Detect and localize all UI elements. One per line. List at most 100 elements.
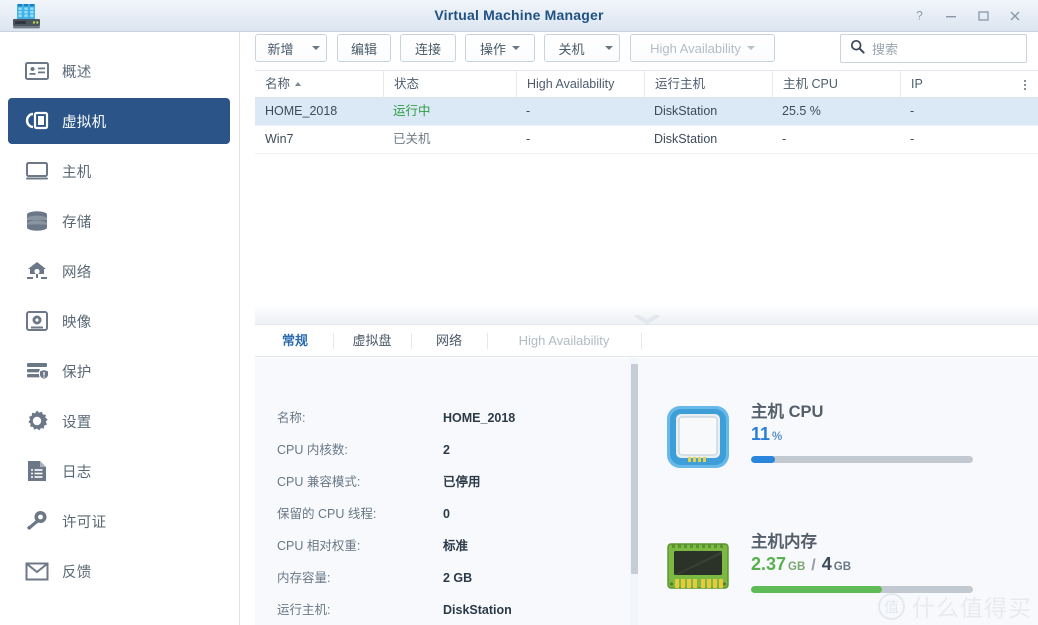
content-area: 新增 编辑 连接 操作 关机 High Availability (241, 32, 1038, 625)
image-disc-icon (24, 308, 50, 334)
tab-network[interactable]: 网络 (423, 325, 475, 356)
storage-database-icon (24, 208, 50, 234)
license-key-icon (24, 508, 50, 534)
cell-high-availability: - (516, 126, 644, 153)
column-header-host-cpu[interactable]: 主机 CPU (772, 71, 900, 98)
column-header-high-availability[interactable]: High Availability (516, 71, 644, 98)
gauge-values: 2.37GB/4GB (751, 554, 851, 575)
overview-card-icon (24, 58, 50, 84)
sidebar-item-license[interactable]: 许可证 (8, 498, 230, 544)
sidebar: 概述 虚拟机 主机 (0, 32, 240, 625)
column-menu-icon[interactable] (1016, 71, 1034, 98)
create-button[interactable]: 新增 (255, 34, 305, 62)
memory-used-value: 2.37 (751, 554, 786, 574)
memory-module-icon (663, 532, 733, 602)
sidebar-item-log[interactable]: 日志 (8, 448, 230, 494)
connect-button[interactable]: 连接 (400, 34, 456, 62)
network-icon (24, 258, 50, 284)
sidebar-item-feedback[interactable]: 反馈 (8, 548, 230, 594)
collapse-chevron-icon[interactable] (635, 311, 659, 320)
toolbar: 新增 编辑 连接 操作 关机 High Availability (241, 32, 1038, 66)
edit-button[interactable]: 编辑 (337, 34, 391, 62)
detail-key: 运行主机: (277, 594, 330, 625)
tab-separator (641, 333, 642, 349)
memory-total-unit: GB (834, 561, 851, 573)
shutdown-dropdown-button[interactable] (598, 34, 620, 62)
memory-total-value: 4 (822, 554, 832, 574)
tab-separator (333, 333, 334, 349)
cpu-progress-bar (751, 456, 973, 463)
create-dropdown-button[interactable] (305, 34, 327, 62)
detail-value: 2 (443, 434, 450, 466)
sidebar-item-label: 日志 (62, 461, 92, 482)
chevron-down-icon (605, 46, 613, 50)
sidebar-item-virtual-machine[interactable]: 虚拟机 (8, 98, 230, 144)
sidebar-item-host[interactable]: 主机 (8, 148, 230, 194)
sidebar-item-image[interactable]: 映像 (8, 298, 230, 344)
cell-name: Win7 (255, 126, 383, 153)
panel-splitter[interactable] (255, 305, 1038, 325)
detail-key: 保留的 CPU 线程: (277, 498, 376, 530)
window-title: Virtual Machine Manager (0, 0, 1038, 31)
host-monitor-icon (24, 158, 50, 184)
detail-key: CPU 内核数: (277, 434, 348, 466)
host-cpu-gauge: 主机 CPU 11% (638, 388, 1038, 498)
maximize-button[interactable] (968, 2, 998, 30)
search-box[interactable]: 搜索 (840, 34, 1027, 63)
memory-separator: / (811, 557, 815, 574)
gauge-values: 11% (751, 424, 782, 445)
column-header-host[interactable]: 运行主机 (644, 71, 772, 98)
cell-host-cpu: 25.5 % (772, 98, 900, 125)
sidebar-item-settings[interactable]: 设置 (8, 398, 230, 444)
host-memory-gauge: 主机内存 2.37GB/4GB (638, 518, 1038, 625)
cpu-value: 11 (751, 424, 770, 444)
detail-value: DiskStation (443, 594, 512, 625)
feedback-mail-icon (24, 558, 50, 584)
action-menu-button[interactable]: 操作 (465, 34, 535, 62)
column-header-ip[interactable]: IP (900, 71, 1020, 98)
gauge-title: 主机内存 (751, 528, 817, 552)
table-row[interactable]: Win7 已关机 - DiskStation - - (255, 126, 1038, 154)
sidebar-item-overview[interactable]: 概述 (8, 48, 230, 94)
table-header: 名称 状态 High Availability 运行主机 主机 CPU IP (255, 70, 1038, 98)
minimize-button[interactable] (936, 2, 966, 30)
tab-high-availability[interactable]: High Availability (499, 325, 629, 356)
sidebar-item-label: 虚拟机 (62, 111, 106, 132)
detail-row: 名称: HOME_2018 (255, 402, 637, 434)
sidebar-item-storage[interactable]: 存储 (8, 198, 230, 244)
column-header-status[interactable]: 状态 (383, 71, 516, 98)
sidebar-item-protection[interactable]: 保护 (8, 348, 230, 394)
close-button[interactable] (1000, 2, 1030, 30)
column-header-name[interactable]: 名称 (255, 71, 383, 98)
table-row[interactable]: HOME_2018 运行中 - DiskStation 25.5 % - (255, 98, 1038, 126)
help-button[interactable]: ? (904, 2, 934, 30)
shutdown-button[interactable]: 关机 (544, 34, 598, 62)
cell-ip: - (900, 98, 1020, 125)
detail-row: CPU 内核数: 2 (255, 434, 637, 466)
detail-tabs: 常规 虚拟盘 网络 High Availability (255, 325, 1038, 357)
chevron-down-icon (747, 46, 755, 50)
sidebar-item-network[interactable]: 网络 (8, 248, 230, 294)
action-menu-label: 操作 (480, 39, 506, 58)
sidebar-item-label: 网络 (62, 261, 92, 282)
chevron-down-icon (312, 46, 320, 50)
svg-text:?: ? (916, 9, 923, 22)
chevron-down-icon (512, 46, 520, 50)
sidebar-item-label: 存储 (62, 211, 92, 232)
detail-value: HOME_2018 (443, 402, 515, 434)
high-availability-button[interactable]: High Availability (630, 34, 775, 62)
sidebar-item-label: 反馈 (62, 561, 92, 582)
search-icon (850, 39, 865, 59)
cell-host: DiskStation (644, 126, 772, 153)
tab-virtual-disk[interactable]: 虚拟盘 (345, 325, 399, 356)
gauge-title: 主机 CPU (751, 398, 823, 422)
sort-asc-icon (295, 82, 301, 86)
tab-separator (487, 333, 488, 349)
detail-value: 已停用 (443, 466, 481, 498)
sidebar-item-label: 概述 (62, 61, 92, 82)
detail-value: 标准 (443, 530, 468, 562)
tab-general[interactable]: 常规 (269, 325, 321, 356)
memory-used-unit: GB (788, 561, 805, 573)
window-controls: ? (904, 0, 1030, 31)
high-availability-label: High Availability (650, 41, 741, 56)
